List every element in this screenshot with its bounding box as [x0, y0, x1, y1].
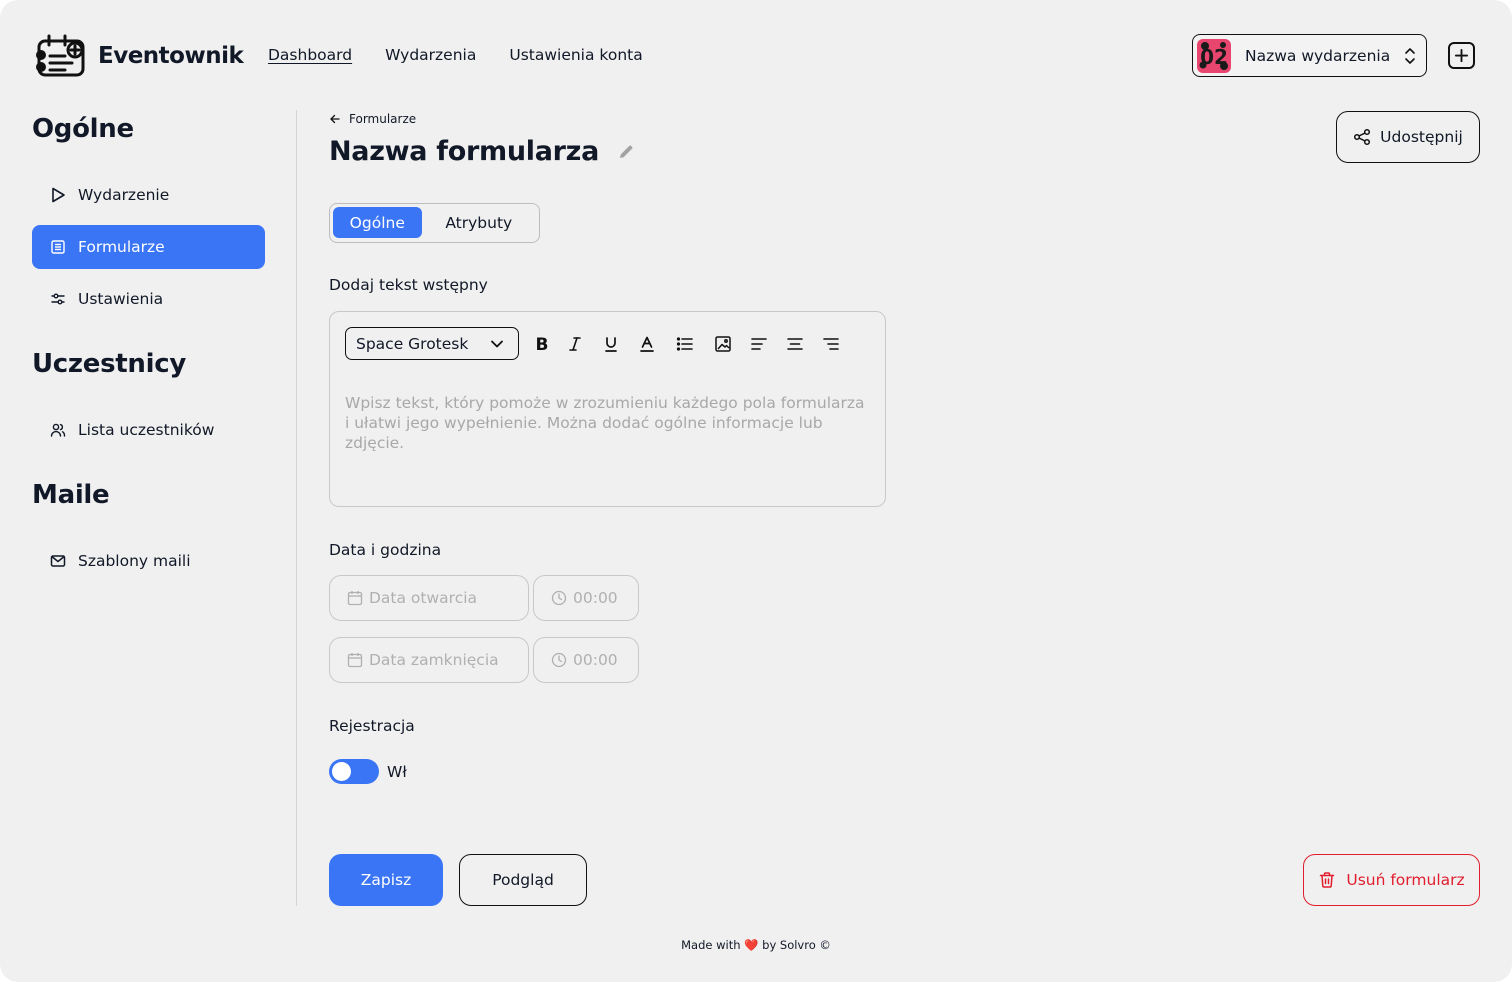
align-right-icon — [823, 338, 839, 350]
nav-wydarzenia[interactable]: Wydarzenia — [385, 46, 476, 64]
sidebar-section-title: Maile — [32, 480, 110, 510]
text-color-icon — [640, 336, 654, 352]
underline-button[interactable] — [601, 334, 621, 354]
close-time-placeholder: 00:00 — [573, 651, 618, 669]
sidebar-section-title: Ogólne — [32, 114, 134, 144]
app-name: Eventownik — [98, 43, 244, 69]
share-button[interactable]: Udostępnij — [1336, 111, 1480, 163]
open-time-field[interactable]: 00:00 — [533, 575, 639, 621]
bold-icon: B — [536, 335, 549, 353]
intro-text-label: Dodaj tekst wstępny — [329, 276, 488, 294]
nav-ustawienia-konta[interactable]: Ustawienia konta — [509, 46, 642, 64]
close-date-placeholder: Data zamknięcia — [369, 651, 499, 669]
italic-button[interactable] — [565, 334, 585, 354]
app-frame: Eventownik Dashboard Wydarzenia Ustawien… — [0, 0, 1512, 982]
chevron-up-down-icon — [1405, 47, 1415, 64]
sliders-icon — [51, 293, 65, 305]
align-center-icon — [787, 338, 803, 350]
align-left-icon — [751, 338, 767, 350]
align-center-button[interactable] — [785, 334, 805, 354]
save-button[interactable]: Zapisz — [329, 854, 443, 906]
close-date-field[interactable]: Data zamknięcia — [329, 637, 529, 683]
list-icon — [676, 337, 693, 351]
mail-icon — [50, 555, 66, 567]
preview-button[interactable]: Podgląd — [459, 854, 587, 906]
sidebar-item-ustawienia[interactable]: Ustawienia — [32, 277, 265, 321]
clock-icon — [551, 652, 567, 668]
close-time-field[interactable]: 00:00 — [533, 637, 639, 683]
add-event-button[interactable] — [1448, 42, 1475, 69]
breadcrumb-label: Formularze — [349, 112, 417, 126]
bold-button[interactable]: B — [532, 334, 552, 354]
page-title: Nazwa formularza — [329, 136, 635, 167]
sidebar-section-title: Uczestnicy — [32, 349, 186, 379]
delete-form-button[interactable]: Usuń formularz — [1303, 854, 1480, 906]
italic-icon — [569, 337, 581, 351]
share-label: Udostępnij — [1380, 128, 1463, 146]
footer-prefix: Made with — [681, 938, 741, 952]
chevron-down-icon — [491, 340, 503, 348]
sidebar-item-label: Formularze — [78, 238, 165, 256]
underline-icon — [605, 337, 617, 352]
form-title: Nazwa formularza — [329, 136, 599, 167]
text-color-button[interactable] — [637, 334, 657, 354]
sidebar-item-label: Wydarzenie — [78, 186, 170, 204]
users-icon — [50, 423, 66, 437]
toggle-knob — [332, 762, 351, 781]
sidebar-item-formularze[interactable]: Formularze — [32, 225, 265, 269]
open-date-placeholder: Data otwarcia — [369, 589, 478, 607]
sidebar-item-label: Ustawienia — [78, 290, 164, 308]
registration-toggle-label: Wł — [387, 763, 407, 781]
open-date-field[interactable]: Data otwarcia — [329, 575, 529, 621]
calendar-icon — [347, 591, 363, 606]
nav-dashboard[interactable]: Dashboard — [268, 46, 352, 64]
sidebar-item-label: Lista uczestników — [78, 421, 215, 439]
sidebar-item-szablony-maili[interactable]: Szablony maili — [32, 539, 265, 583]
image-icon — [715, 336, 731, 352]
sidebar-item-wydarzenie[interactable]: Wydarzenie — [32, 173, 265, 217]
bullet-list-button[interactable] — [675, 334, 695, 354]
font-select-value: Space Grotesk — [356, 334, 469, 353]
sidebar-item-lista-uczestnikow[interactable]: Lista uczestników — [32, 408, 265, 452]
open-time-placeholder: 00:00 — [573, 589, 618, 607]
rich-text-editor: Space Grotesk B Wpisz tekst, który pomoż… — [329, 311, 886, 507]
sidebar: Ogólne Wydarzenie Formularze Ustawienia … — [32, 108, 265, 583]
event-name: Nazwa wydarzenia — [1245, 46, 1391, 65]
editor-placeholder[interactable]: Wpisz tekst, który pomoże w zrozumieniu … — [345, 393, 870, 453]
delete-form-label: Usuń formularz — [1346, 871, 1465, 889]
footer-suffix: by Solvro © — [762, 938, 831, 952]
registration-toggle[interactable] — [329, 759, 379, 784]
datetime-label: Data i godzina — [329, 541, 442, 559]
plus-icon — [1454, 48, 1469, 63]
play-icon — [52, 187, 65, 203]
calendar-logo-icon — [36, 34, 85, 77]
footer: Made with ❤️ by Solvro © — [0, 938, 1512, 952]
insert-image-button[interactable] — [713, 334, 733, 354]
form-icon — [51, 240, 65, 254]
pencil-icon[interactable] — [617, 143, 635, 161]
tab-atrybuty[interactable]: Atrybuty — [422, 207, 536, 238]
clock-icon — [551, 590, 567, 606]
top-nav: Dashboard Wydarzenia Ustawienia konta — [268, 46, 643, 64]
breadcrumb-back[interactable]: Formularze — [329, 112, 416, 126]
svg-text:02: 02 — [1200, 45, 1228, 69]
font-select[interactable]: Space Grotesk — [345, 327, 519, 360]
sidebar-item-label: Szablony maili — [78, 552, 191, 570]
form-tabs: Ogólne Atrybuty — [329, 203, 540, 243]
align-right-button[interactable] — [821, 334, 841, 354]
calendar-icon — [347, 653, 363, 668]
tab-ogolne[interactable]: Ogólne — [333, 207, 422, 238]
share-icon — [1354, 128, 1371, 146]
logo[interactable]: Eventownik — [32, 32, 244, 80]
align-left-button[interactable] — [749, 334, 769, 354]
registration-label: Rejestracja — [329, 717, 415, 735]
trash-icon — [1320, 872, 1335, 888]
arrow-left-icon — [330, 114, 340, 124]
svg-text:B: B — [536, 335, 549, 353]
event-selector[interactable]: 02 Nazwa wydarzenia — [1192, 34, 1427, 77]
heart-icon: ❤️ — [744, 938, 759, 952]
event-thumbnail: 02 — [1197, 38, 1231, 73]
sidebar-divider — [296, 110, 297, 906]
